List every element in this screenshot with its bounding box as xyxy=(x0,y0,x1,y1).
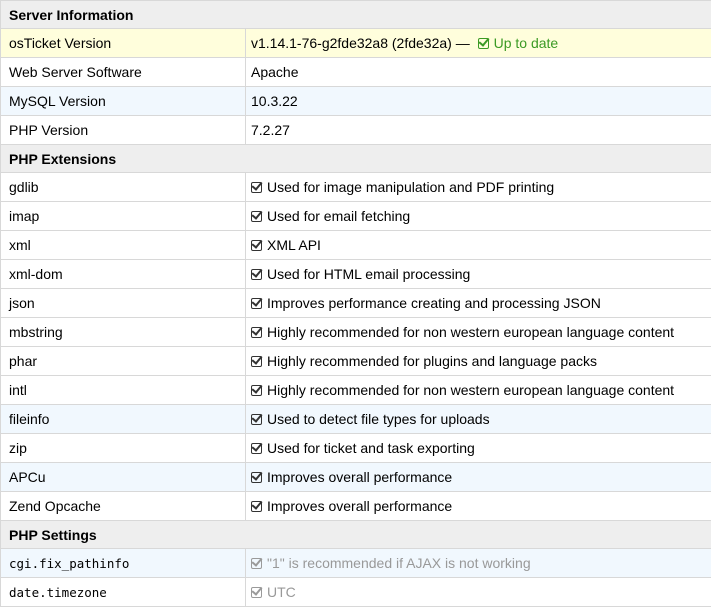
row-value: v1.14.1-76-g2fde32a8 (2fde32a) — Up to d… xyxy=(244,28,711,58)
extension-name: intl xyxy=(0,375,246,405)
setting-description: UTC xyxy=(267,584,296,600)
table-row: imap Used for email fetching xyxy=(0,201,711,231)
row-value: Improves overall performance xyxy=(244,462,711,492)
check-icon xyxy=(251,385,262,396)
row-value: UTC xyxy=(244,577,711,607)
extension-name: Zend Opcache xyxy=(0,491,246,521)
row-value: Used for email fetching xyxy=(244,201,711,231)
version-text: v1.14.1-76-g2fde32a8 (2fde32a) — xyxy=(251,35,470,51)
row-value: "1" is recommended if AJAX is not workin… xyxy=(244,548,711,578)
table-row: intl Highly recommended for non western … xyxy=(0,375,711,405)
row-value: Used for ticket and task exporting xyxy=(244,433,711,463)
row-value: 10.3.22 xyxy=(244,86,711,116)
setting-name: cgi.fix_pathinfo xyxy=(0,548,246,578)
check-icon xyxy=(251,211,262,222)
extension-description: XML API xyxy=(267,237,321,253)
row-value: Highly recommended for non western europ… xyxy=(244,375,711,405)
check-icon xyxy=(251,356,262,367)
check-icon xyxy=(251,182,262,193)
table-row: PHP Version 7.2.27 xyxy=(0,115,711,145)
row-value: Highly recommended for plugins and langu… xyxy=(244,346,711,376)
extension-name: mbstring xyxy=(0,317,246,347)
check-icon xyxy=(251,240,262,251)
table-row: cgi.fix_pathinfo "1" is recommended if A… xyxy=(0,548,711,578)
row-value: Used to detect file types for uploads xyxy=(244,404,711,434)
extension-name: APCu xyxy=(0,462,246,492)
row-value: Used for HTML email processing xyxy=(244,259,711,289)
extension-name: phar xyxy=(0,346,246,376)
section-title: PHP Extensions xyxy=(0,144,711,173)
table-row: gdlib Used for image manipulation and PD… xyxy=(0,172,711,202)
extension-description: Used for HTML email processing xyxy=(267,266,471,282)
extension-name: fileinfo xyxy=(0,404,246,434)
extension-description: Used for image manipulation and PDF prin… xyxy=(267,179,555,195)
setting-name: date.timezone xyxy=(0,577,246,607)
system-info-table: Server Information osTicket Version v1.1… xyxy=(0,0,711,607)
extension-name: json xyxy=(0,288,246,318)
check-icon xyxy=(251,443,262,454)
extension-name: xml xyxy=(0,230,246,260)
up-to-date-status: Up to date xyxy=(493,35,559,51)
row-value: Highly recommended for non western europ… xyxy=(244,317,711,347)
check-icon xyxy=(251,501,262,512)
table-row: fileinfo Used to detect file types for u… xyxy=(0,404,711,434)
row-key: osTicket Version xyxy=(0,28,246,58)
row-value: XML API xyxy=(244,230,711,260)
table-row: xml XML API xyxy=(0,230,711,260)
extension-description: Used to detect file types for uploads xyxy=(267,411,490,427)
row-key: PHP Version xyxy=(0,115,246,145)
section-title: PHP Settings xyxy=(0,520,711,549)
row-value: Improves overall performance xyxy=(244,491,711,521)
extension-description: Improves overall performance xyxy=(267,469,453,485)
extension-name: imap xyxy=(0,201,246,231)
table-row: mbstring Highly recommended for non west… xyxy=(0,317,711,347)
section-header-extensions: PHP Extensions xyxy=(0,144,711,173)
extension-description: Improves overall performance xyxy=(267,498,453,514)
row-value: 7.2.27 xyxy=(244,115,711,145)
section-header-server: Server Information xyxy=(0,0,711,29)
extension-name: zip xyxy=(0,433,246,463)
check-icon xyxy=(251,414,262,425)
check-icon xyxy=(251,558,262,569)
table-row: Zend Opcache Improves overall performanc… xyxy=(0,491,711,521)
check-icon xyxy=(251,327,262,338)
table-row: phar Highly recommended for plugins and … xyxy=(0,346,711,376)
row-key: Web Server Software xyxy=(0,57,246,87)
table-row: APCu Improves overall performance xyxy=(0,462,711,492)
check-icon xyxy=(251,269,262,280)
row-value: Improves performance creating and proces… xyxy=(244,288,711,318)
row-value: Apache xyxy=(244,57,711,87)
section-title: Server Information xyxy=(0,0,711,29)
table-row: json Improves performance creating and p… xyxy=(0,288,711,318)
row-key: MySQL Version xyxy=(0,86,246,116)
extension-description: Highly recommended for non western europ… xyxy=(267,382,675,398)
table-row: Web Server Software Apache xyxy=(0,57,711,87)
extension-description: Highly recommended for non western europ… xyxy=(267,324,675,340)
table-row: osTicket Version v1.14.1-76-g2fde32a8 (2… xyxy=(0,28,711,58)
section-header-settings: PHP Settings xyxy=(0,520,711,549)
table-row: zip Used for ticket and task exporting xyxy=(0,433,711,463)
table-row: MySQL Version 10.3.22 xyxy=(0,86,711,116)
extension-description: Highly recommended for plugins and langu… xyxy=(267,353,597,369)
check-icon xyxy=(251,298,262,309)
check-icon xyxy=(251,472,262,483)
table-row: date.timezone UTC xyxy=(0,577,711,607)
table-row: xml-dom Used for HTML email processing xyxy=(0,259,711,289)
setting-description: "1" is recommended if AJAX is not workin… xyxy=(267,555,531,571)
check-icon xyxy=(251,587,262,598)
extension-description: Used for ticket and task exporting xyxy=(267,440,475,456)
extension-description: Improves performance creating and proces… xyxy=(267,295,601,311)
extension-name: gdlib xyxy=(0,172,246,202)
check-icon xyxy=(477,38,489,49)
extension-name: xml-dom xyxy=(0,259,246,289)
extension-description: Used for email fetching xyxy=(267,208,411,224)
row-value: Used for image manipulation and PDF prin… xyxy=(244,172,711,202)
